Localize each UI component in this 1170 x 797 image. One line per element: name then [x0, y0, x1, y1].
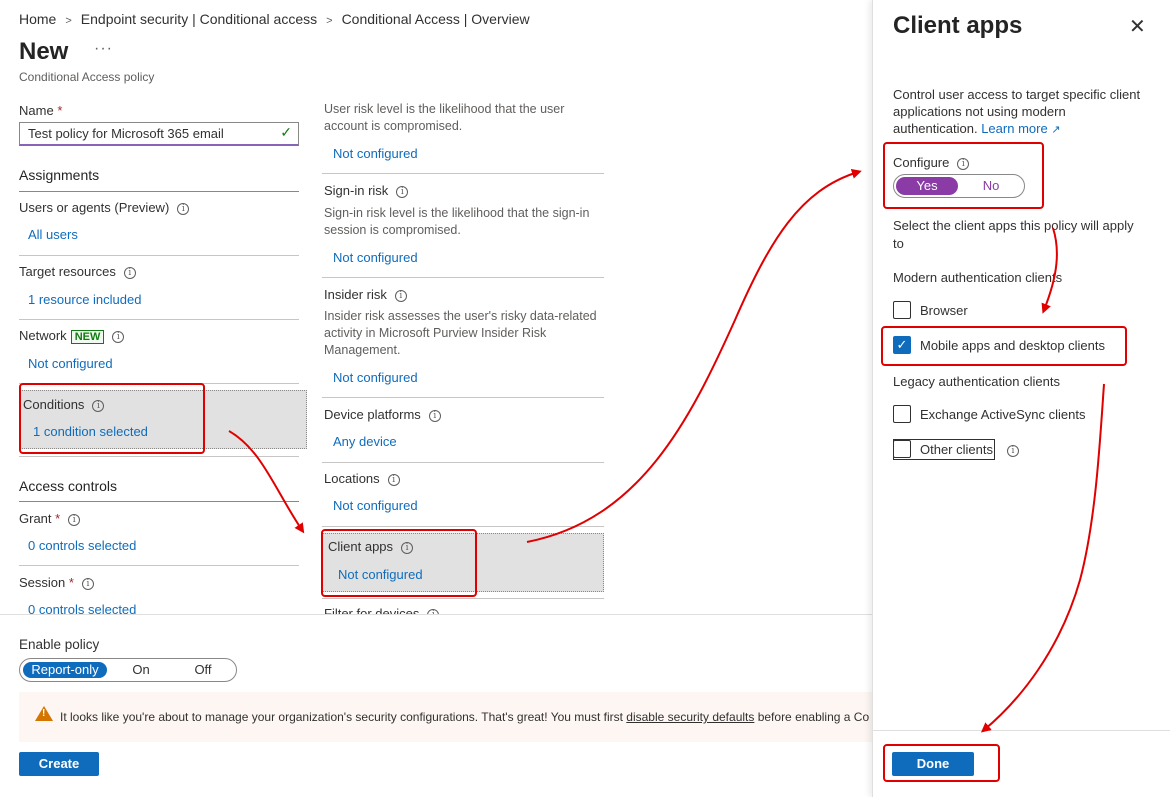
breadcrumb: Home > Endpoint security | Conditional acc…	[19, 11, 530, 27]
other-clients-checkbox[interactable]	[893, 440, 911, 458]
info-icon: i	[68, 513, 81, 526]
panel-footer-divider	[873, 730, 1170, 731]
breadcrumb-ca-overview[interactable]: Conditional Access | Overview	[342, 11, 530, 27]
info-icon: i	[394, 289, 407, 302]
bottom-divider	[0, 614, 872, 615]
chevron-right-icon: >	[326, 15, 333, 27]
signin-risk-label: Sign-in risk i	[324, 183, 409, 198]
info-icon: i	[177, 202, 190, 215]
breadcrumb-endpoint-security[interactable]: Endpoint security | Conditional access	[81, 11, 317, 27]
external-link-icon: ↗	[1051, 124, 1061, 136]
client-apps-panel: Client apps ✕ Control user access to tar…	[872, 0, 1170, 797]
target-resources-label: Target resources i	[19, 264, 136, 279]
page-title: New	[19, 38, 69, 65]
assignments-heading: Assignments	[19, 167, 100, 183]
modern-auth-heading: Modern authentication clients	[893, 270, 1063, 285]
annotation-box-done	[883, 744, 1000, 782]
name-input[interactable]: Test policy for Microsoft 365 email ✓	[19, 122, 299, 146]
exchange-activesync-label[interactable]: Exchange ActiveSync clients	[920, 407, 1085, 422]
create-button[interactable]: Create	[19, 752, 99, 776]
warning-icon	[35, 706, 53, 721]
access-controls-heading: Access controls	[19, 478, 118, 494]
more-options-icon[interactable]: ···	[94, 40, 113, 58]
insider-risk-link[interactable]: Not configured	[333, 370, 418, 385]
legacy-auth-heading: Legacy authentication clients	[893, 374, 1060, 389]
new-badge: NEW	[70, 329, 105, 344]
grant-label: Grant * i	[19, 511, 81, 526]
annotation-box-client-apps	[321, 529, 477, 597]
target-resources-link[interactable]: 1 resource included	[28, 292, 141, 307]
session-link[interactable]: 0 controls selected	[28, 602, 136, 614]
exchange-activesync-checkbox[interactable]	[893, 405, 911, 423]
session-label: Session * i	[19, 575, 94, 590]
panel-description: Control user access to target specific c…	[893, 87, 1141, 136]
page-subtitle: Conditional Access policy	[19, 70, 155, 84]
panel-title: Client apps	[893, 12, 1023, 39]
annotation-box-mobile	[881, 326, 1127, 366]
breadcrumb-home[interactable]: Home	[19, 11, 56, 27]
signin-risk-desc: Sign-in risk level is the likelihood tha…	[324, 206, 590, 237]
locations-link[interactable]: Not configured	[333, 498, 418, 513]
info-icon: i	[1006, 444, 1019, 457]
device-platforms-label: Device platforms i	[324, 407, 441, 422]
info-icon: i	[123, 266, 136, 279]
option-off[interactable]: Off	[176, 662, 230, 678]
option-on[interactable]: On	[114, 662, 168, 678]
filter-devices-label: Filter for devicesi	[324, 606, 440, 614]
chevron-right-icon: >	[65, 15, 72, 27]
browser-label[interactable]: Browser	[920, 303, 968, 318]
close-icon[interactable]: ✕	[1129, 14, 1146, 39]
security-defaults-warning: It looks like you're about to manage you…	[19, 692, 872, 742]
checkmark-icon: ✓	[280, 124, 292, 140]
device-platforms-link[interactable]: Any device	[333, 434, 397, 449]
option-report-only[interactable]: Report-only	[23, 662, 107, 678]
name-label: Name *	[19, 103, 63, 118]
user-risk-desc: User risk level is the likelihood that t…	[324, 102, 565, 133]
users-value-link[interactable]: All users	[28, 227, 78, 242]
grant-link[interactable]: 0 controls selected	[28, 538, 136, 553]
disable-security-defaults-link[interactable]: disable security defaults	[626, 710, 754, 724]
network-label: Network NEW i	[19, 328, 125, 344]
info-icon: i	[81, 577, 94, 590]
other-clients-label[interactable]: Other clients i	[920, 442, 1019, 457]
insider-risk-desc: Insider risk assesses the user's risky d…	[324, 309, 597, 357]
info-icon: i	[396, 185, 409, 198]
enable-policy-toggle[interactable]: Report-only On Off	[19, 658, 237, 682]
insider-risk-label: Insider risk i	[324, 287, 407, 302]
info-icon: i	[428, 409, 441, 422]
annotation-box-configure	[883, 142, 1044, 209]
users-label: Users or agents (Preview) i	[19, 200, 190, 215]
user-risk-link[interactable]: Not configured	[333, 146, 418, 161]
network-link[interactable]: Not configured	[28, 356, 113, 371]
info-icon: i	[387, 473, 400, 486]
info-icon: i	[112, 330, 125, 343]
browser-checkbox[interactable]	[893, 301, 911, 319]
learn-more-link[interactable]: Learn more	[981, 121, 1047, 136]
locations-label: Locations i	[324, 471, 400, 486]
annotation-box-conditions	[19, 383, 205, 454]
enable-policy-label: Enable policy	[19, 637, 100, 652]
select-apps-text: Select the client apps this policy will …	[893, 218, 1134, 251]
signin-risk-link[interactable]: Not configured	[333, 250, 418, 265]
